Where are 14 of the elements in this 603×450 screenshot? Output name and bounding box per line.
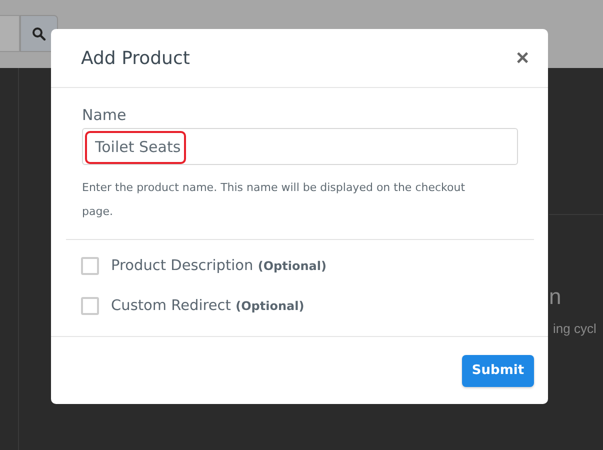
search-field[interactable]: [0, 15, 20, 52]
submit-button[interactable]: Submit: [462, 354, 534, 386]
field-label: Name: [82, 106, 128, 126]
name-input-field[interactable]: Toilet Seats: [82, 128, 518, 165]
option-label: Custom Redirect (Optional): [111, 298, 304, 314]
option-label: Product Description (Optional): [111, 258, 326, 274]
search-icon: [32, 26, 46, 40]
close-button[interactable]: ×: [512, 45, 533, 71]
checkbox[interactable]: [81, 257, 99, 275]
modal-title: Add Product: [81, 48, 190, 68]
section-heading: n: [549, 283, 562, 311]
checkbox[interactable]: [81, 297, 99, 315]
section-text: ing cycl: [553, 321, 598, 336]
help-text: Enter the product name. This name will be displayed on the checkout page.: [82, 180, 466, 220]
